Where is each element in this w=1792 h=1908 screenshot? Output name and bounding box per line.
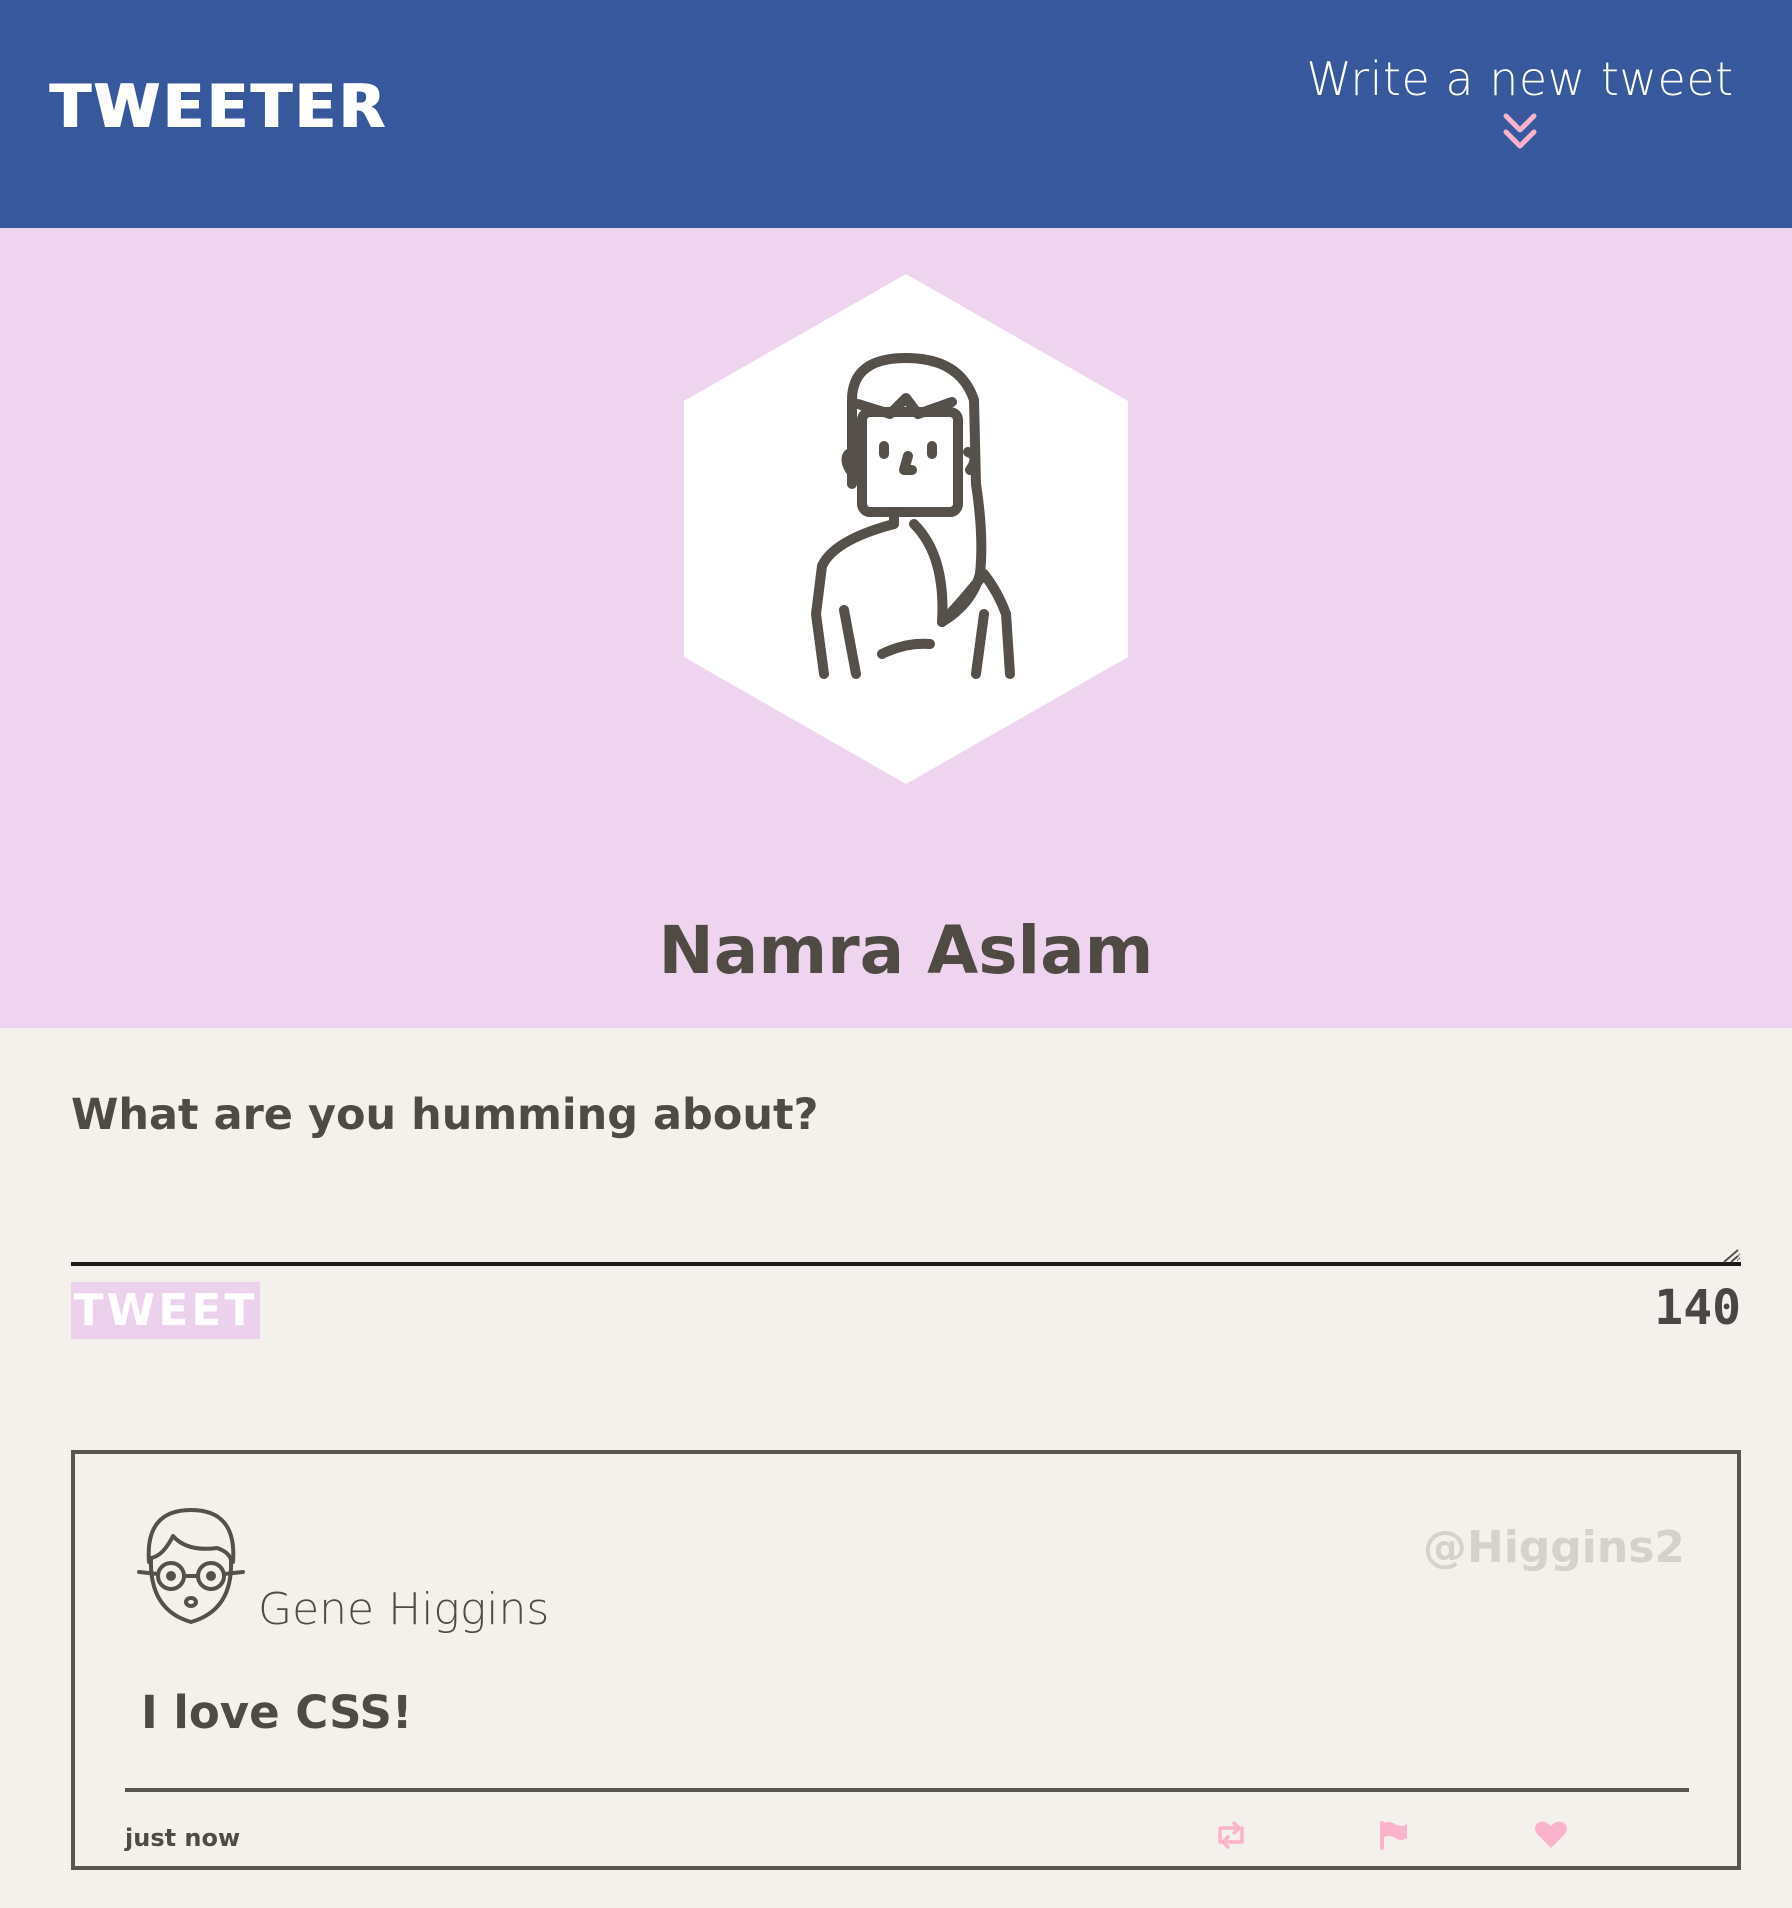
character-counter: 140 [1654,1280,1741,1336]
flag-icon[interactable] [1375,1820,1409,1850]
like-button[interactable] [1534,1820,1568,1850]
tweet-timestamp: just now [125,1824,241,1852]
man-glasses-avatar-icon [137,1508,245,1624]
tweet-textarea[interactable] [71,1166,1741,1266]
heart-icon[interactable] [1534,1820,1568,1850]
retweet-button[interactable] [1214,1820,1248,1850]
resize-grip-icon[interactable] [1722,1248,1740,1264]
tweet-content: I love CSS! [141,1686,413,1739]
compose-label: What are you humming about? [71,1090,819,1140]
retweet-icon[interactable] [1214,1820,1248,1850]
write-new-tweet-toggle[interactable]: Write a new tweet [1300,52,1740,154]
tweet-author-handle: @Higgins2 [1422,1522,1685,1573]
write-new-tweet-label[interactable]: Write a new tweet [1300,52,1740,106]
brand-logo[interactable]: TWEETER [50,72,388,142]
top-nav: TWEETER Write a new tweet [0,0,1792,228]
profile-header: Namra Aslam [0,228,1792,1028]
flag-button[interactable] [1375,1820,1409,1850]
tweet-card: Gene Higgins @Higgins2 I love CSS! just … [71,1450,1741,1870]
profile-avatar [684,274,1128,784]
tweet-divider [125,1788,1689,1792]
tweet-author-name: Gene Higgins [258,1584,550,1635]
tweet-submit-button[interactable]: TWEET [71,1282,260,1339]
profile-name: Namra Aslam [658,912,1154,989]
chevron-double-down-icon[interactable] [1498,110,1542,154]
